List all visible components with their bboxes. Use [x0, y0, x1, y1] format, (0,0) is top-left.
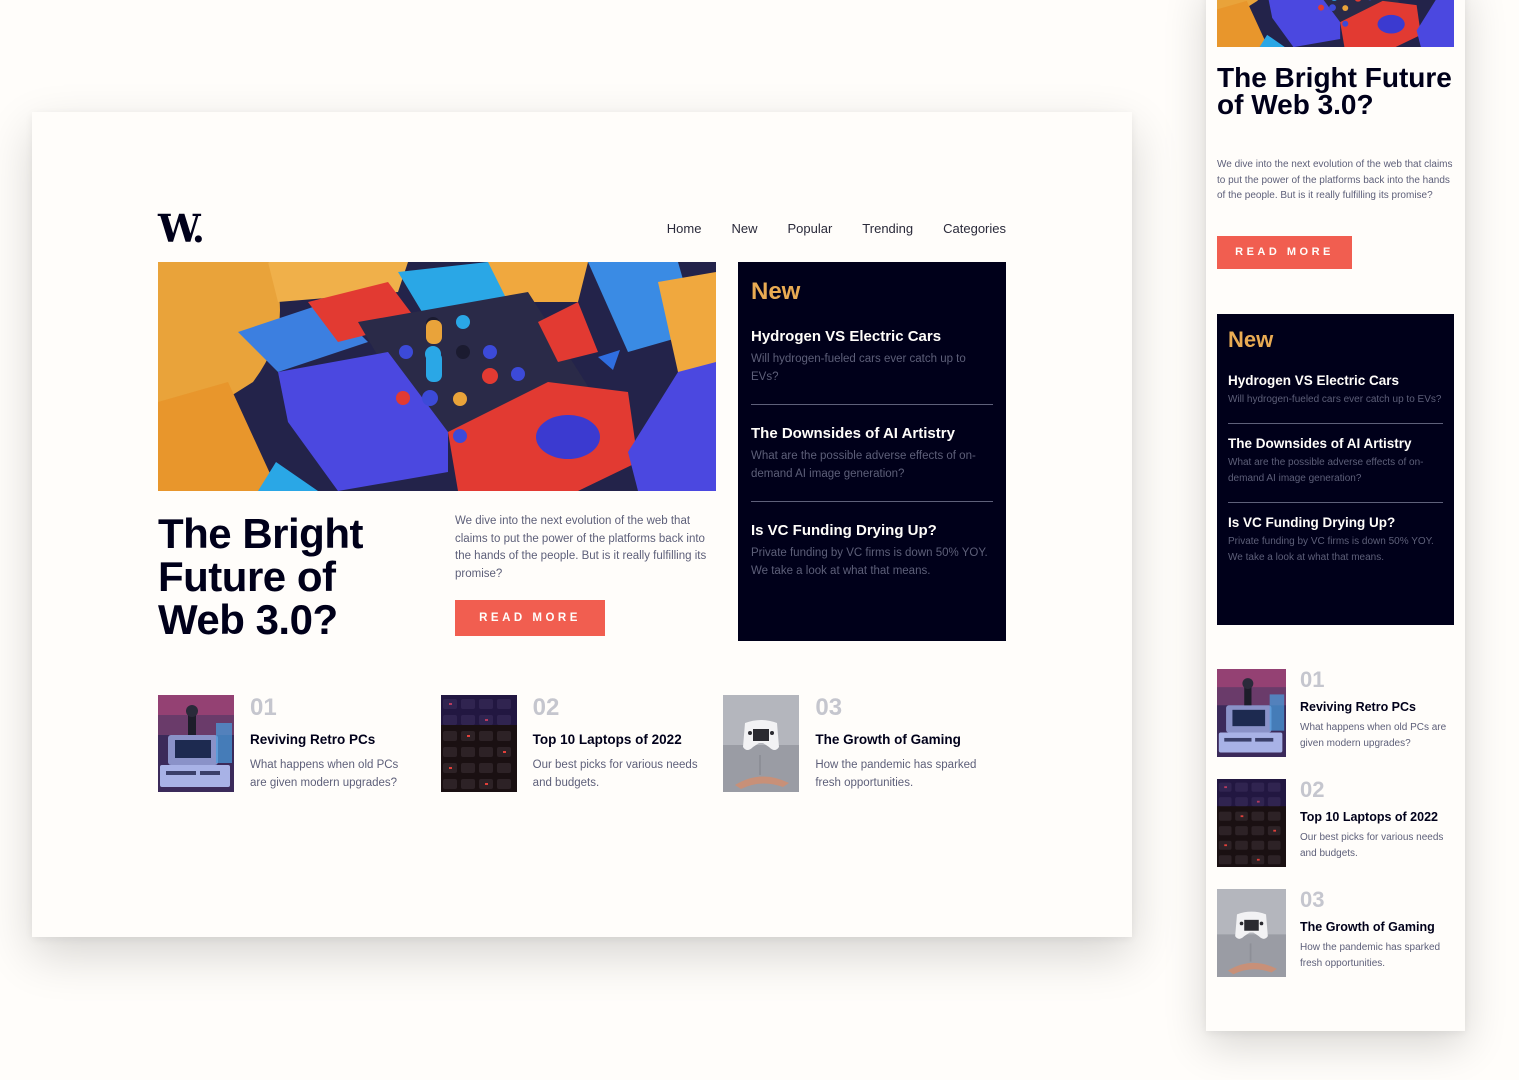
card-description: How the pandemic has sparked fresh oppor… — [815, 759, 977, 789]
laptop-image — [441, 695, 517, 792]
new-item-title[interactable]: The Downsides of AI Artistry — [751, 425, 993, 442]
new-item[interactable]: Hydrogen VS Electric Cars Will hydrogen-… — [1228, 373, 1443, 424]
article-card[interactable]: 02 Top 10 Laptops of 2022 Our best picks… — [441, 695, 724, 792]
new-item[interactable]: The Downsides of AI Artistry What are th… — [751, 425, 993, 502]
new-item-title[interactable]: Is VC Funding Drying Up? — [751, 522, 993, 539]
card-body: 02 Top 10 Laptops of 2022 Our best picks… — [533, 695, 698, 792]
hero-image — [1217, 0, 1454, 47]
nav-categories[interactable]: Categories — [943, 221, 1006, 236]
new-item[interactable]: Is VC Funding Drying Up? Private funding… — [1228, 515, 1443, 581]
card-number: 03 — [1300, 887, 1325, 912]
article-card[interactable]: 03 The Growth of Gaming How the pandemic… — [723, 695, 1006, 792]
site-logo[interactable]: W. — [158, 210, 205, 248]
desktop-preview: W. Home New Popular Trending Categories … — [32, 112, 1132, 937]
card-description: Our best picks for various needs and bud… — [1300, 832, 1444, 859]
card-description: What happens when old PCs are given mode… — [1300, 722, 1447, 749]
new-panel: New Hydrogen VS Electric Cars Will hydro… — [1217, 314, 1454, 625]
card-body: 01 Reviving Retro PCs What happens when … — [250, 695, 415, 792]
new-panel: New Hydrogen VS Electric Cars Will hydro… — [738, 262, 1006, 641]
new-item[interactable]: Hydrogen VS Electric Cars Will hydrogen-… — [751, 328, 993, 405]
new-item-desc: Will hydrogen-fueled cars ever catch up … — [751, 353, 966, 383]
card-title[interactable]: Reviving Retro PCs — [1300, 700, 1450, 714]
new-item-desc: Private funding by VC firms is down 50% … — [751, 547, 988, 577]
new-item[interactable]: The Downsides of AI Artistry What are th… — [1228, 436, 1443, 503]
mobile-preview: The Bright Future of Web 3.0? We dive in… — [1206, 0, 1465, 1031]
main-nav: Home New Popular Trending Categories — [667, 221, 1006, 236]
card-body: 03 The Growth of Gaming How the pandemic… — [815, 695, 980, 792]
new-item-title[interactable]: Hydrogen VS Electric Cars — [1228, 373, 1443, 388]
card-title[interactable]: The Growth of Gaming — [1300, 920, 1450, 934]
card-body: 02 Top 10 Laptops of 2022 Our best picks… — [1300, 779, 1450, 867]
new-item-desc: What are the possible adverse effects of… — [1228, 456, 1424, 485]
card-number: 01 — [250, 694, 277, 721]
new-item-desc: Will hydrogen-fueled cars ever catch up … — [1228, 394, 1442, 405]
article-card[interactable]: 02 Top 10 Laptops of 2022 Our best picks… — [1217, 779, 1454, 867]
card-description: How the pandemic has sparked fresh oppor… — [1300, 942, 1441, 969]
new-heading: New — [751, 278, 801, 305]
laptop-image — [1217, 779, 1286, 867]
new-item-desc: Private funding by VC firms is down 50% … — [1228, 535, 1434, 564]
hero-image — [158, 262, 716, 491]
hero-description: We dive into the next evolution of the w… — [1217, 159, 1453, 201]
new-item[interactable]: Is VC Funding Drying Up? Private funding… — [751, 522, 993, 598]
read-more-button[interactable]: Read more — [455, 600, 605, 636]
gaming-image — [1217, 889, 1286, 977]
card-body: 01 Reviving Retro PCs What happens when … — [1300, 669, 1450, 757]
article-cards: 01 Reviving Retro PCs What happens when … — [1217, 669, 1454, 999]
new-item-desc: What are the possible adverse effects of… — [751, 450, 976, 480]
card-number: 02 — [532, 694, 560, 721]
nav-new[interactable]: New — [731, 221, 757, 236]
card-number: 01 — [1300, 667, 1325, 692]
nav-popular[interactable]: Popular — [787, 221, 832, 236]
card-description: What happens when old PCs are given mode… — [250, 759, 399, 789]
card-number: 03 — [815, 694, 843, 721]
card-number: 02 — [1300, 777, 1325, 802]
gaming-image — [723, 695, 799, 792]
card-title[interactable]: The Growth of Gaming — [815, 732, 980, 747]
new-item-title[interactable]: Is VC Funding Drying Up? — [1228, 515, 1443, 530]
hero-title: The Bright Future of Web 3.0? — [158, 510, 363, 643]
card-title[interactable]: Top 10 Laptops of 2022 — [533, 732, 698, 747]
read-more-button[interactable]: Read more — [1217, 236, 1352, 269]
hero-description: We dive into the next evolution of the w… — [455, 515, 707, 580]
retro-pc-image — [158, 695, 234, 792]
card-title[interactable]: Top 10 Laptops of 2022 — [1300, 810, 1450, 824]
card-description: Our best picks for various needs and bud… — [532, 759, 698, 789]
retro-pc-image — [1217, 669, 1286, 757]
article-card[interactable]: 01 Reviving Retro PCs What happens when … — [158, 695, 441, 792]
card-body: 03 The Growth of Gaming How the pandemic… — [1300, 889, 1450, 977]
article-cards: 01 Reviving Retro PCs What happens when … — [158, 695, 1006, 792]
nav-home[interactable]: Home — [667, 221, 702, 236]
article-card[interactable]: 03 The Growth of Gaming How the pandemic… — [1217, 889, 1454, 977]
new-heading: New — [1228, 327, 1274, 352]
article-card[interactable]: 01 Reviving Retro PCs What happens when … — [1217, 669, 1454, 757]
card-title[interactable]: Reviving Retro PCs — [250, 732, 415, 747]
nav-trending[interactable]: Trending — [862, 221, 913, 236]
new-item-title[interactable]: Hydrogen VS Electric Cars — [751, 328, 993, 345]
new-item-title[interactable]: The Downsides of AI Artistry — [1228, 436, 1443, 451]
hero-title: The Bright Future of Web 3.0? — [1217, 62, 1452, 120]
